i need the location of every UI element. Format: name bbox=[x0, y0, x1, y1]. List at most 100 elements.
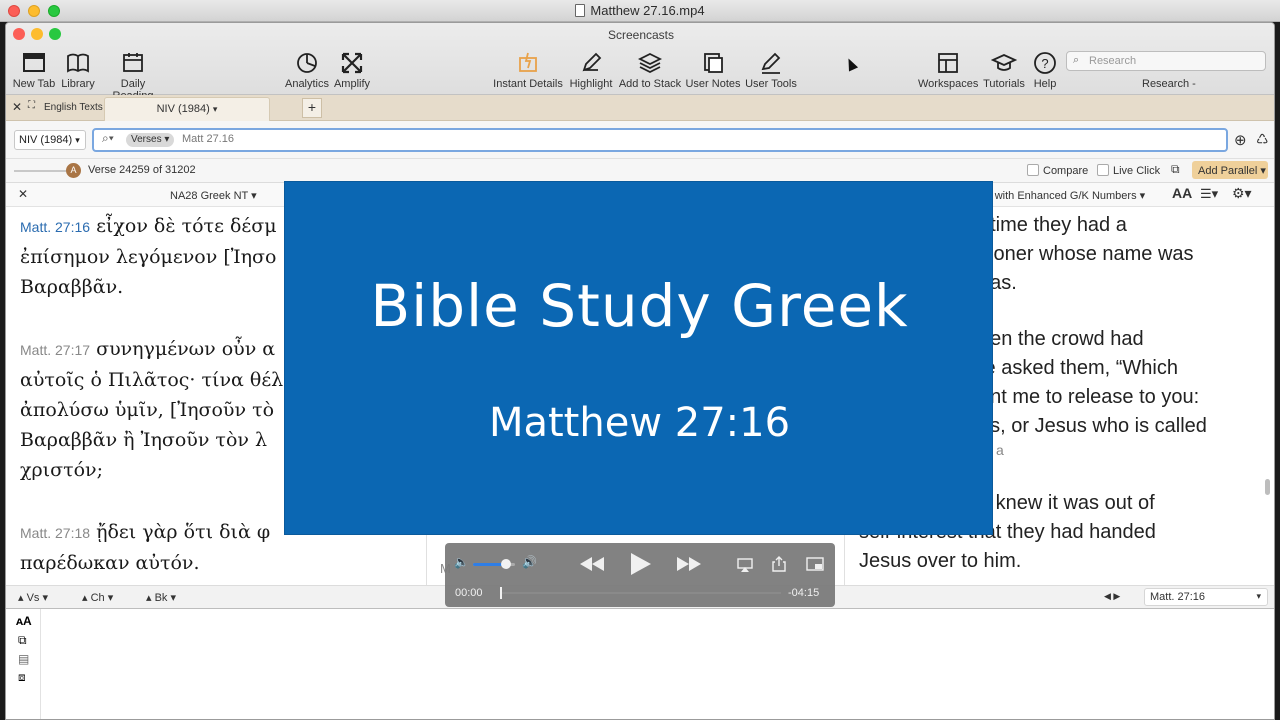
play-icon[interactable] bbox=[631, 553, 651, 575]
tutorials-button[interactable]: Tutorials bbox=[981, 50, 1027, 90]
app-title: Screencasts bbox=[607, 28, 675, 42]
scrubber-track[interactable] bbox=[500, 587, 781, 599]
tab-english-texts[interactable]: English Texts bbox=[44, 102, 103, 113]
user-tools-label: User Tools bbox=[745, 78, 797, 90]
volume-high-icon[interactable]: 🔊 bbox=[522, 555, 537, 569]
notes-icon bbox=[704, 53, 723, 73]
instant-details-button[interactable]: Instant Details bbox=[493, 50, 563, 90]
chapter-nav[interactable]: ▴ Ch ▾ bbox=[82, 591, 113, 604]
verse-ref[interactable]: Matt. 27:17 bbox=[20, 342, 90, 358]
checkbox-icon bbox=[1027, 164, 1039, 176]
expand-icon[interactable]: ⛶ bbox=[28, 100, 35, 111]
reference-dropdown-label: Matt. 27:16 bbox=[1150, 591, 1206, 603]
highlight-button[interactable]: Highlight bbox=[568, 50, 614, 90]
copy-icon[interactable]: ⧉ bbox=[18, 633, 27, 648]
close-pane-icon[interactable]: ✕ bbox=[18, 187, 28, 201]
windows-icon[interactable]: ⧈ bbox=[18, 670, 26, 685]
fast-forward-icon[interactable] bbox=[677, 557, 701, 571]
library-button[interactable]: Library bbox=[58, 50, 98, 90]
prev-next-arrows[interactable]: ◀ ▶ bbox=[1104, 591, 1120, 602]
user-notes-label: User Notes bbox=[685, 78, 741, 90]
instant-details-label: Instant Details bbox=[493, 78, 563, 90]
gear-icon[interactable]: ⚙▾ bbox=[1232, 185, 1252, 202]
library-label: Library bbox=[61, 78, 95, 90]
live-click-checkbox[interactable]: Live Click bbox=[1097, 164, 1160, 177]
chevron-down-icon: ▾ bbox=[1256, 591, 1261, 601]
volume-low-icon[interactable]: 🔈 bbox=[454, 555, 469, 569]
share-icon[interactable] bbox=[772, 556, 786, 572]
left-pane-title[interactable]: NA28 Greek NT ▾ bbox=[170, 189, 257, 202]
copy-icon[interactable]: ⧉ bbox=[1171, 162, 1180, 177]
clipboard-icon[interactable]: ▤ bbox=[18, 652, 29, 666]
elapsed-time: 00:00 bbox=[455, 587, 483, 599]
analytics-button[interactable]: Analytics bbox=[284, 50, 330, 90]
right-pane-title[interactable]: ) with Enhanced G/K Numbers ▾ bbox=[988, 189, 1145, 202]
user-tools-button[interactable]: User Tools bbox=[744, 50, 798, 90]
picture-in-picture-icon[interactable] bbox=[806, 557, 824, 571]
add-tab-button[interactable]: + bbox=[302, 98, 322, 118]
add-to-stack-label: Add to Stack bbox=[618, 78, 682, 90]
info-row: A Verse 24259 of 31202 Compare Live Clic… bbox=[6, 159, 1274, 183]
workspaces-icon bbox=[938, 53, 958, 73]
new-tab-icon bbox=[23, 53, 45, 72]
research-search-input[interactable]: ⌕ Research bbox=[1066, 51, 1266, 71]
add-parallel-button[interactable]: Add Parallel ▾ bbox=[1192, 161, 1268, 179]
list-format-icon[interactable]: ☰▾ bbox=[1200, 186, 1218, 202]
volume-knob[interactable] bbox=[500, 559, 511, 569]
research-dropdown[interactable]: Research - bbox=[1142, 78, 1196, 90]
verse-line[interactable]: ᾔδει γὰρ ὅτι διὰ φ bbox=[96, 521, 270, 543]
add-parallel-label: Add Parallel bbox=[1198, 165, 1258, 177]
document-icon bbox=[575, 4, 586, 17]
scope-pill[interactable]: Verses ▾ bbox=[126, 133, 175, 147]
playhead[interactable] bbox=[500, 587, 502, 599]
help-icon: ? bbox=[1034, 52, 1056, 74]
verse-line[interactable]: παρέδωκαν αὐτόν. bbox=[20, 548, 430, 578]
right-pane-title-text: ) with Enhanced G/K Numbers bbox=[988, 190, 1137, 202]
add-circle-icon[interactable]: ⊕ bbox=[1234, 131, 1247, 149]
verse-slider[interactable] bbox=[14, 170, 66, 172]
new-tab-button[interactable]: New Tab bbox=[12, 50, 56, 90]
verse-nav[interactable]: ▴ Vs ▾ bbox=[18, 591, 48, 604]
add-to-stack-button[interactable]: Add to Stack bbox=[618, 50, 682, 90]
workspaces-button[interactable]: Workspaces bbox=[918, 50, 978, 90]
expand-arrows-icon bbox=[341, 52, 363, 74]
version-label: NIV (1984) bbox=[19, 134, 73, 146]
layers-icon bbox=[637, 52, 663, 74]
slider-badge[interactable]: A bbox=[66, 163, 81, 178]
close-tab-icon[interactable]: ✕ bbox=[12, 100, 22, 114]
amplify-button[interactable]: Amplify bbox=[332, 50, 372, 90]
book-nav[interactable]: ▴ Bk ▾ bbox=[146, 591, 176, 604]
player-controls: 🔈 🔊 00:00 -04:15 bbox=[445, 543, 835, 607]
workspaces-label: Workspaces bbox=[918, 78, 979, 90]
lower-panel: ᴀA ⧉ ▤ ⧈ bbox=[6, 609, 1274, 719]
scope-label: Verses bbox=[131, 134, 162, 145]
verse-line[interactable]: Jesus over to him. bbox=[859, 547, 1259, 576]
recycle-icon[interactable]: ♺ bbox=[1256, 131, 1269, 148]
rewind-icon[interactable] bbox=[580, 557, 604, 571]
chapter-nav-label: Ch bbox=[90, 592, 105, 604]
video-filename: Matthew 27.16.mp4 bbox=[590, 3, 705, 18]
reference-input[interactable]: ⌕▾ Verses ▾ Matt 27.16 bbox=[92, 128, 1228, 152]
video-title-card: Bible Study Greek Matthew 27:16 bbox=[284, 181, 993, 535]
help-label: Help bbox=[1033, 78, 1057, 90]
verse-ref[interactable]: Matt. 27:18 bbox=[20, 525, 90, 541]
font-size-icon[interactable]: AA bbox=[1172, 185, 1192, 201]
left-pane-title-text: NA28 Greek NT bbox=[170, 190, 249, 202]
version-dropdown[interactable]: NIV (1984) ▾ bbox=[14, 130, 86, 150]
help-button[interactable]: ? Help bbox=[1030, 50, 1060, 90]
airplay-icon[interactable] bbox=[737, 558, 753, 572]
verse-ref[interactable]: Matt. 27:16 bbox=[20, 219, 90, 235]
verse-line[interactable]: εἶχον δὲ τότε δέσμ bbox=[96, 215, 276, 237]
right-pane-scrollbar[interactable] bbox=[1265, 479, 1270, 495]
compare-checkbox[interactable]: Compare bbox=[1027, 164, 1088, 177]
tab-niv-label: NIV (1984) bbox=[156, 103, 210, 115]
search-icon: ⌕ bbox=[1073, 54, 1080, 66]
quicktime-titlebar: Matthew 27.16.mp4 bbox=[0, 0, 1280, 22]
verse-line[interactable]: συνηγμένων οὖν α bbox=[96, 338, 275, 360]
font-size-icon[interactable]: ᴀA bbox=[16, 614, 32, 628]
volume-slider[interactable] bbox=[473, 559, 515, 569]
user-notes-button[interactable]: User Notes bbox=[685, 50, 741, 90]
amplify-label: Amplify bbox=[333, 78, 371, 90]
reference-dropdown[interactable]: Matt. 27:16 ▾ bbox=[1144, 588, 1268, 606]
tab-niv[interactable]: NIV (1984) ▾ bbox=[104, 97, 270, 121]
